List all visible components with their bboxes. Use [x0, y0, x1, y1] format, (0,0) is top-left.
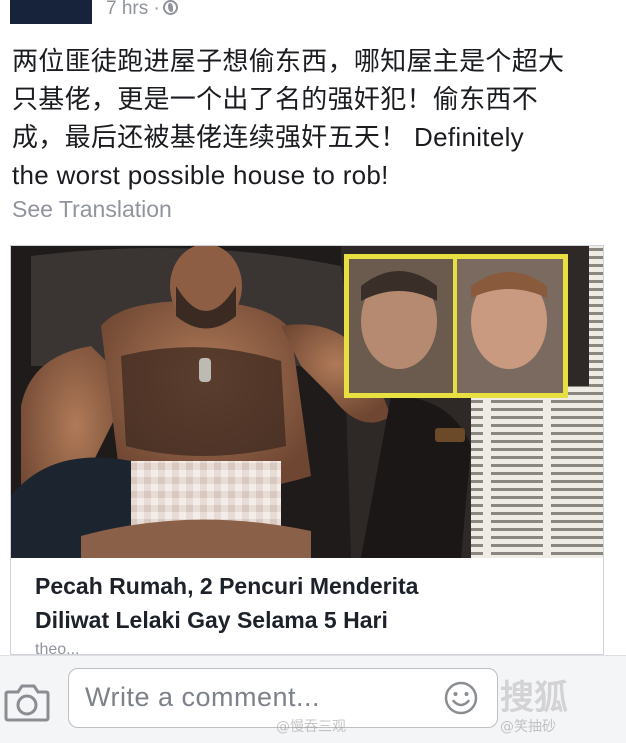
post-header: 7 hrs · [0, 0, 626, 26]
watermark-weibo: @笑抽砂 [500, 719, 556, 735]
headline-line: Pecah Rumah, 2 Pencuri Menderita [35, 573, 419, 599]
link-domain: theo... [35, 641, 80, 655]
watermark-weibo: @慢吞三观 [276, 719, 346, 735]
post-text-line: 成，最后还被基佬连续强奸五天！ Definitely [12, 122, 524, 152]
link-preview-image[interactable] [11, 246, 603, 558]
comment-placeholder: Write a comment... [85, 682, 321, 712]
see-translation-link[interactable]: See Translation [12, 196, 172, 223]
post-text-line: 只基佬，更是一个出了名的强奸犯！偷东西不 [12, 84, 539, 114]
timestamp-text: 7 hrs · [106, 0, 160, 19]
post-text-line: the worst possible house to rob! [12, 160, 389, 190]
link-preview-card[interactable]: Pecah Rumah, 2 Pencuri Menderita Diliwat… [10, 245, 604, 655]
camera-icon[interactable] [4, 682, 50, 722]
article-photo [11, 246, 603, 558]
avatar[interactable] [10, 0, 92, 24]
post-text-line: 两位匪徒跑进屋子想偷东西，哪知屋主是个超大 [12, 46, 565, 76]
post-timestamp[interactable]: 7 hrs · [106, 0, 178, 20]
post-text: 两位匪徒跑进屋子想偷东西，哪知屋主是个超大 只基佬，更是一个出了名的强奸犯！偷东… [12, 42, 612, 194]
globe-icon [162, 0, 178, 15]
link-headline[interactable]: Pecah Rumah, 2 Pencuri Menderita Diliwat… [35, 569, 585, 637]
watermark-logo: 搜狐 [500, 678, 568, 718]
smiley-icon[interactable] [443, 680, 479, 716]
headline-line: Diliwat Lelaki Gay Selama 5 Hari [35, 607, 388, 633]
